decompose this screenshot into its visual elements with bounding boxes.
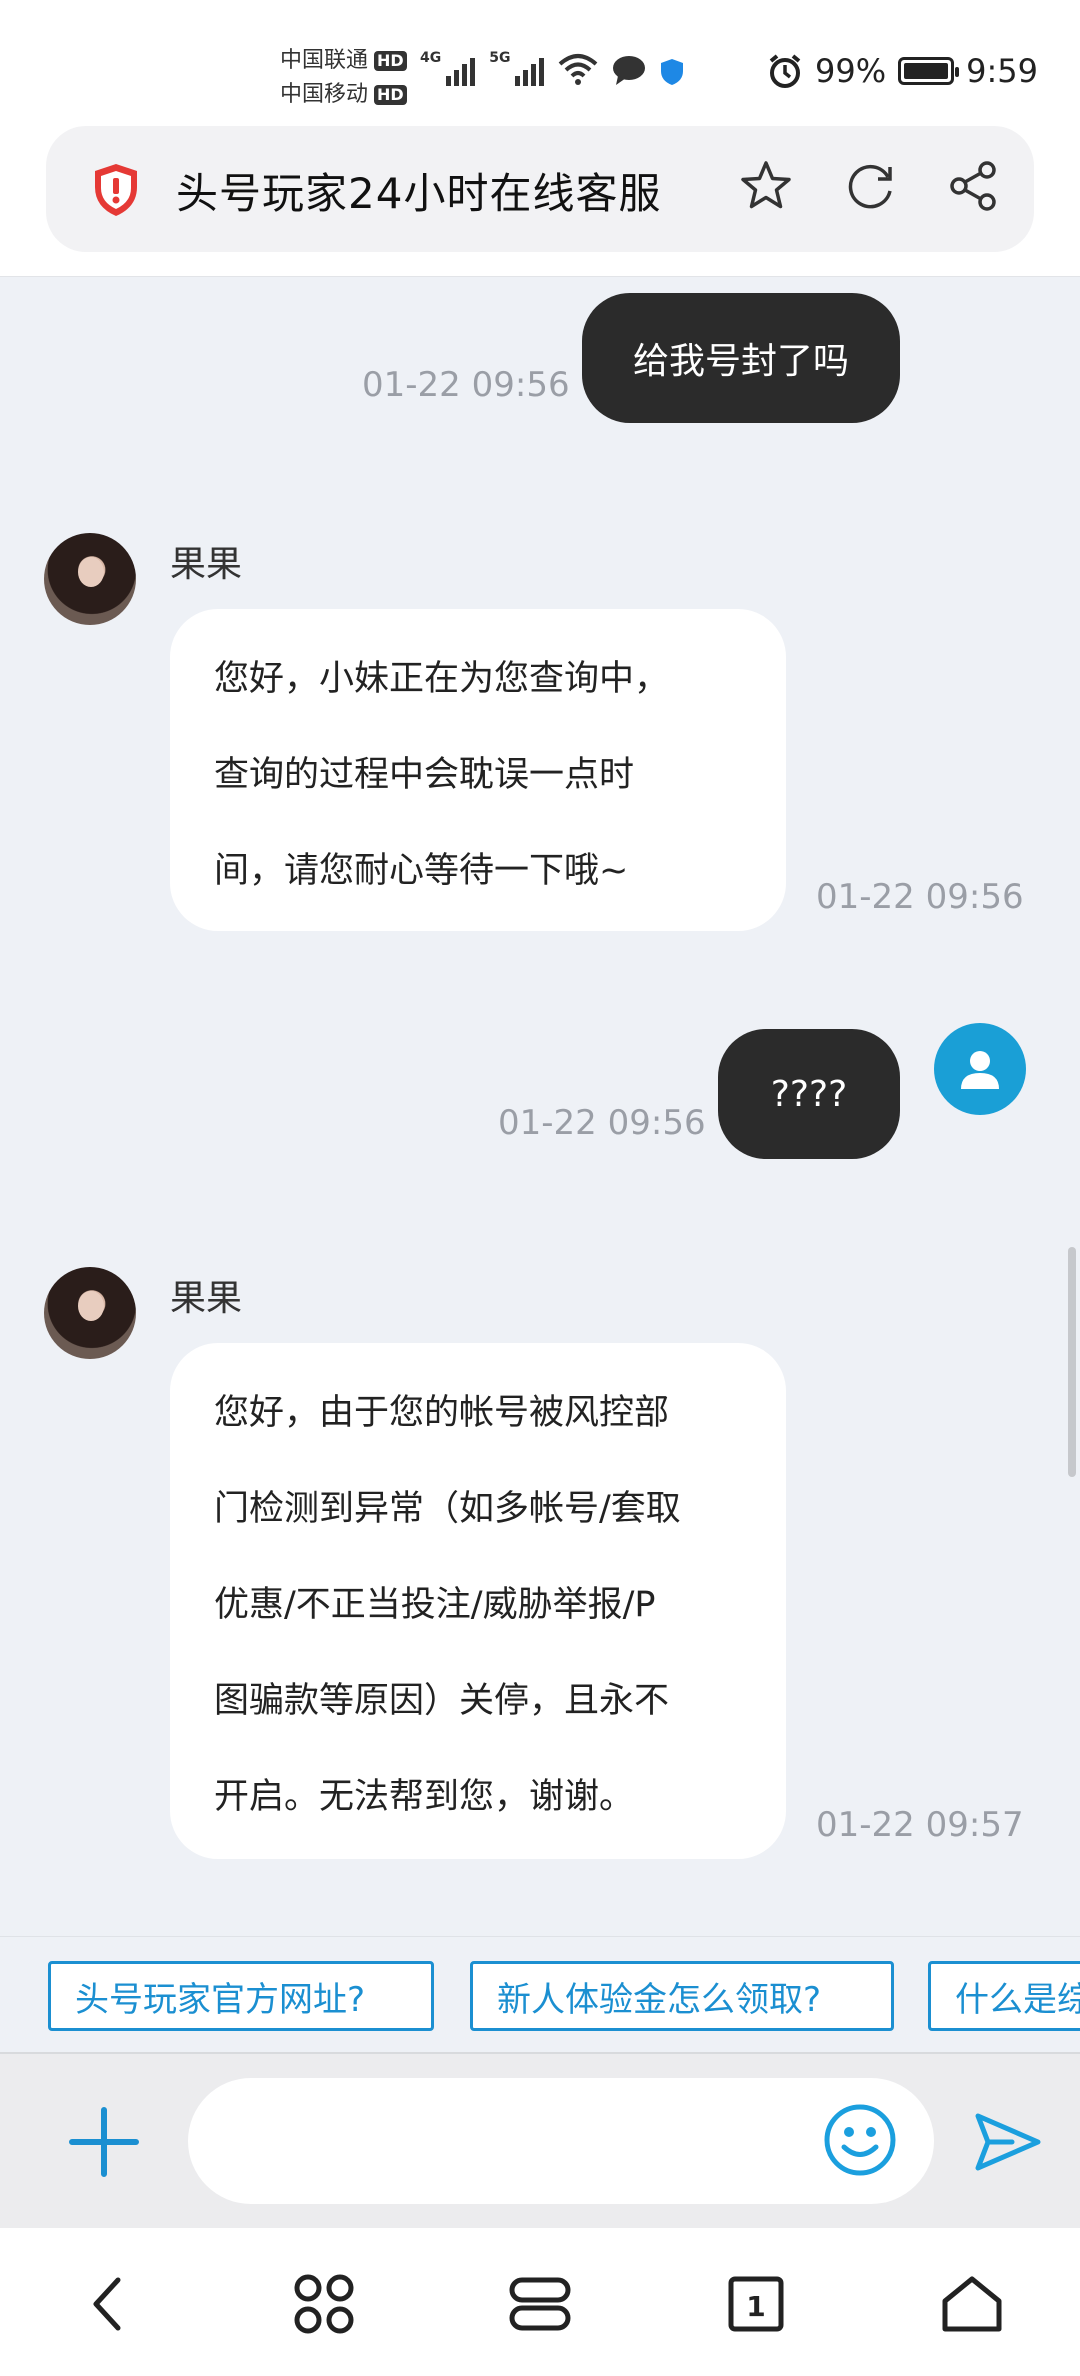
outgoing-message[interactable]: 给我号封了吗 [582, 293, 900, 423]
menu-icon [509, 2277, 571, 2331]
signal-group: 4G 5G [420, 50, 684, 86]
alarm-icon [769, 54, 801, 88]
message-line: 查询的过程中会耽误一点时 [214, 755, 635, 795]
status-bar: 中国联通 HD 中国移动 HD 4G 5G 99% 9:59 [0, 0, 1080, 120]
tabs-icon: 1 [728, 2276, 784, 2332]
home-icon [942, 2276, 1002, 2332]
sender-name: 果果 [170, 544, 243, 585]
shield-notification-icon [661, 59, 684, 85]
send-button[interactable] [972, 2110, 1044, 2174]
apps-button[interactable] [284, 2264, 364, 2344]
chevron-left-icon [93, 2277, 121, 2331]
apps-icon [294, 2274, 354, 2334]
bookmark-star-icon[interactable] [736, 156, 796, 216]
incoming-message[interactable]: 您好，由于您的帐号被风控部 门检测到异常（如多帐号/套取 优惠/不正当投注/威胁… [170, 1343, 786, 1859]
scrollbar[interactable] [1068, 1247, 1076, 1477]
browser-nav-bar: 1 [0, 2228, 1080, 2376]
quick-reply-trial-bonus[interactable]: 新人体验金怎么领取? [470, 1961, 894, 2031]
sender-name: 果果 [170, 1278, 243, 1319]
message-time: 01-22 09:56 [816, 877, 1024, 917]
svg-text:1: 1 [746, 2290, 765, 2323]
message-input[interactable] [188, 2078, 934, 2204]
message-line: 开启。无法帮到您，谢谢。 [214, 1777, 635, 1817]
add-attachment-button[interactable] [66, 2104, 142, 2180]
message-line: 您好，由于您的帐号被风控部 [214, 1393, 670, 1433]
carrier-1: 中国联通 [280, 48, 369, 73]
quick-reply-bar[interactable]: 头号玩家官方网址? 新人体验金怎么领取? 什么是综 [0, 1936, 1080, 2052]
message-time: 01-22 09:57 [816, 1805, 1024, 1845]
share-icon[interactable] [944, 156, 1004, 216]
tabs-button[interactable]: 1 [716, 2264, 796, 2344]
outgoing-message[interactable]: ???? [718, 1029, 900, 1159]
message-line: 您好，小妹正在为您查询中， [214, 659, 670, 699]
quick-reply-what-is[interactable]: 什么是综 [928, 1961, 1080, 2031]
quick-reply-official-site[interactable]: 头号玩家官方网址? [48, 1961, 434, 2031]
message-text: ???? [770, 1073, 848, 1115]
chat-notification-icon [613, 56, 646, 85]
hd-badge: HD [374, 85, 407, 105]
clock: 9:59 [966, 52, 1038, 90]
page-title[interactable]: 头号玩家24小时在线客服 [176, 160, 661, 221]
battery-icon [898, 57, 960, 85]
menu-button[interactable] [500, 2264, 580, 2344]
user-avatar[interactable] [934, 1023, 1026, 1115]
emoji-button[interactable] [822, 2102, 898, 2178]
signal-4g-icon: 4G [420, 50, 476, 86]
status-right: 99% 9:59 [767, 52, 1038, 90]
signal-5g-icon: 5G [489, 50, 545, 86]
chat-area[interactable]: 给我号封了吗 01-22 09:56 果果 您好，小妹正在为您查询中， 查询的过… [0, 276, 1080, 1936]
input-bar [0, 2052, 1080, 2228]
message-line: 门检测到异常（如多帐号/套取 [214, 1489, 681, 1529]
message-time: 01-22 09:56 [362, 365, 570, 405]
message-line: 优惠/不正当投注/威胁举报/P [214, 1585, 656, 1625]
wifi-icon [559, 54, 598, 85]
carrier-2: 中国移动 [280, 82, 369, 107]
hd-badge: HD [374, 51, 407, 71]
url-bar[interactable]: 头号玩家24小时在线客服 [46, 126, 1034, 252]
refresh-icon[interactable] [840, 156, 900, 216]
network-type: 5G [489, 50, 511, 66]
url-actions [736, 156, 1004, 216]
incoming-message[interactable]: 您好，小妹正在为您查询中， 查询的过程中会耽误一点时 间，请您耐心等待一下哦~ [170, 609, 786, 931]
message-line: 图骗款等原因）关停，且永不 [214, 1681, 670, 1721]
agent-avatar[interactable] [44, 533, 136, 625]
message-text: 给我号封了吗 [632, 341, 849, 382]
network-type: 4G [420, 50, 442, 66]
carrier-info: 中国联通 HD 中国移动 HD [280, 44, 407, 112]
home-button[interactable] [932, 2264, 1012, 2344]
battery-percent: 99% [815, 52, 887, 90]
message-time: 01-22 09:56 [498, 1103, 706, 1143]
user-icon [961, 1051, 999, 1089]
agent-avatar[interactable] [44, 1267, 136, 1359]
back-button[interactable] [66, 2264, 146, 2344]
message-line: 间，请您耐心等待一下哦~ [214, 851, 629, 891]
security-shield-icon[interactable] [92, 162, 140, 218]
